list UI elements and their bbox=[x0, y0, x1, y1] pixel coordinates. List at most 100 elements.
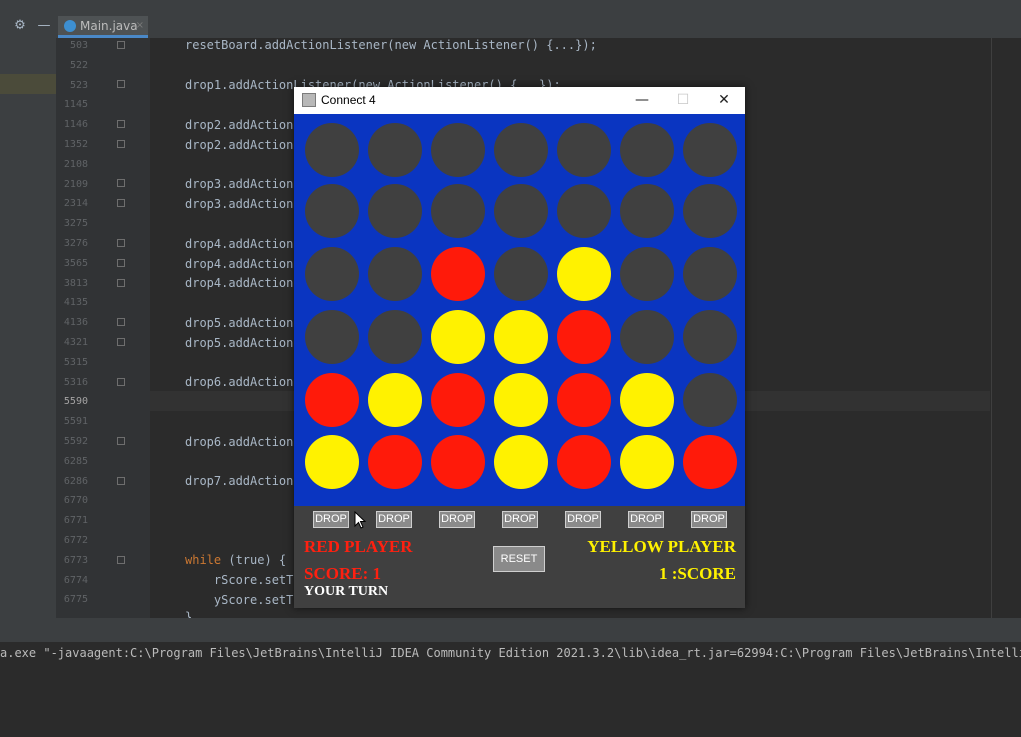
console-command-line: a.exe "-javaagent:C:\Program Files\JetBr… bbox=[0, 646, 1021, 660]
fold-marker[interactable] bbox=[117, 259, 125, 267]
line-number: 5592 bbox=[63, 436, 88, 447]
board-cell-empty-disc bbox=[683, 184, 737, 238]
board-cell-red-disc bbox=[557, 373, 611, 427]
board-cell-yellow-disc bbox=[620, 373, 674, 427]
window-maximize-button[interactable]: ☐ bbox=[663, 87, 703, 114]
board-cell-red-disc bbox=[557, 310, 611, 364]
board-cell-empty-disc bbox=[557, 184, 611, 238]
code-line[interactable]: rScore.setT bbox=[185, 573, 293, 587]
line-number: 1145 bbox=[63, 99, 88, 111]
line-number: 3565 bbox=[63, 257, 88, 269]
drop-button-col-3[interactable]: DROP bbox=[439, 511, 475, 528]
tab-main-java[interactable]: Main.java × bbox=[58, 16, 148, 38]
board-cell-red-disc bbox=[557, 435, 611, 489]
code-line[interactable]: drop3.addAction bbox=[185, 197, 293, 211]
board-cell-empty-disc bbox=[683, 123, 737, 177]
project-selection-highlight bbox=[0, 74, 56, 94]
window-minimize-button[interactable]: — bbox=[622, 87, 662, 114]
code-line[interactable]: drop3.addAction bbox=[185, 177, 293, 191]
board-cell-empty-disc bbox=[368, 247, 422, 301]
board-cell-yellow-disc bbox=[494, 373, 548, 427]
drop-button-col-1[interactable]: DROP bbox=[313, 511, 349, 528]
fold-marker[interactable] bbox=[117, 120, 125, 128]
line-number: 4321 bbox=[63, 337, 88, 348]
board-cell-yellow-disc bbox=[368, 373, 422, 427]
drop-button-col-6[interactable]: DROP bbox=[628, 511, 664, 528]
window-titlebar[interactable]: Connect 4 — ☐ ✕ bbox=[294, 87, 745, 114]
board-cell-empty-disc bbox=[368, 184, 422, 238]
board-cell-empty-disc bbox=[368, 123, 422, 177]
line-number: 522 bbox=[69, 59, 88, 71]
board-cell-yellow-disc bbox=[494, 310, 548, 364]
line-number: 523 bbox=[69, 79, 88, 91]
window-title: Connect 4 bbox=[321, 93, 376, 107]
board-cell-empty-disc bbox=[620, 184, 674, 238]
drop-button-col-5[interactable]: DROP bbox=[565, 511, 601, 528]
line-number: 2108 bbox=[63, 158, 88, 170]
board-cell-empty-disc bbox=[620, 123, 674, 177]
line-number: 6775 bbox=[63, 594, 88, 606]
code-line[interactable]: drop4.addAction bbox=[185, 257, 293, 271]
line-number: 3813 bbox=[63, 277, 88, 289]
drop-button-col-2[interactable]: DROP bbox=[376, 511, 412, 528]
board-cell-empty-disc bbox=[494, 247, 548, 301]
fold-marker[interactable] bbox=[117, 80, 125, 88]
code-line[interactable]: drop4.addAction bbox=[185, 276, 293, 290]
turn-indicator: YOUR TURN bbox=[304, 584, 389, 599]
board-cell-red-disc bbox=[431, 247, 485, 301]
red-score: SCORE: 1 bbox=[304, 564, 381, 583]
fold-marker[interactable] bbox=[117, 477, 125, 485]
board-cell-empty-disc bbox=[494, 184, 548, 238]
code-line[interactable]: yScore.setT bbox=[185, 593, 293, 607]
line-number: 6773 bbox=[63, 554, 88, 566]
fold-marker[interactable] bbox=[117, 437, 125, 445]
fold-marker[interactable] bbox=[117, 41, 125, 49]
board-cell-red-disc bbox=[431, 373, 485, 427]
gear-icon[interactable]: ⚙ bbox=[12, 18, 28, 34]
board-cell-red-disc bbox=[431, 435, 485, 489]
board-cell-yellow-disc bbox=[494, 435, 548, 489]
drop-button-col-4[interactable]: DROP bbox=[502, 511, 538, 528]
code-line[interactable]: while (true) { bbox=[185, 553, 286, 567]
fold-marker[interactable] bbox=[117, 318, 125, 326]
code-line[interactable]: } bbox=[185, 610, 192, 618]
code-line[interactable]: drop4.addAction bbox=[185, 237, 293, 251]
line-number: 4135 bbox=[63, 297, 88, 309]
line-number: 6286 bbox=[63, 475, 88, 487]
reset-button[interactable]: RESET bbox=[493, 546, 545, 572]
fold-marker[interactable] bbox=[117, 279, 125, 287]
minimize-icon[interactable]: — bbox=[36, 18, 52, 34]
fold-marker[interactable] bbox=[117, 199, 125, 207]
board-cell-empty-disc bbox=[305, 184, 359, 238]
board-cell-empty-disc bbox=[431, 184, 485, 238]
code-line[interactable]: drop7.addAction bbox=[185, 474, 293, 488]
fold-marker[interactable] bbox=[117, 556, 125, 564]
code-line[interactable]: drop6.addAction bbox=[185, 375, 293, 389]
fold-marker[interactable] bbox=[117, 140, 125, 148]
line-number: 6771 bbox=[63, 515, 88, 527]
line-number: 3275 bbox=[63, 218, 88, 230]
fold-marker[interactable] bbox=[117, 239, 125, 247]
drop-button-col-7[interactable]: DROP bbox=[691, 511, 727, 528]
yellow-score: 1 :SCORE bbox=[659, 564, 736, 583]
line-number: 5315 bbox=[63, 356, 88, 368]
java-class-icon bbox=[64, 20, 76, 32]
line-number: 1352 bbox=[63, 139, 88, 150]
ide-top-toolbar bbox=[0, 0, 1021, 15]
window-close-button[interactable]: ✕ bbox=[704, 87, 744, 114]
board-cell-empty-disc bbox=[683, 373, 737, 427]
board-cell-empty-disc bbox=[494, 123, 548, 177]
code-line[interactable]: drop5.addAction bbox=[185, 336, 293, 350]
board-cell-yellow-disc bbox=[305, 435, 359, 489]
line-number: 2314 bbox=[63, 198, 88, 210]
code-line[interactable]: drop6.addAction bbox=[185, 435, 293, 449]
tab-close-icon[interactable]: × bbox=[136, 16, 144, 36]
code-line[interactable]: drop5.addAction bbox=[185, 316, 293, 330]
code-line[interactable]: resetBoard.addActionListener(new ActionL… bbox=[185, 38, 597, 52]
fold-marker[interactable] bbox=[117, 338, 125, 346]
fold-marker[interactable] bbox=[117, 378, 125, 386]
fold-marker[interactable] bbox=[117, 179, 125, 187]
board-cell-empty-disc bbox=[557, 123, 611, 177]
code-line[interactable]: drop2.addAction bbox=[185, 118, 293, 132]
code-line[interactable]: drop2.addAction bbox=[185, 138, 293, 152]
